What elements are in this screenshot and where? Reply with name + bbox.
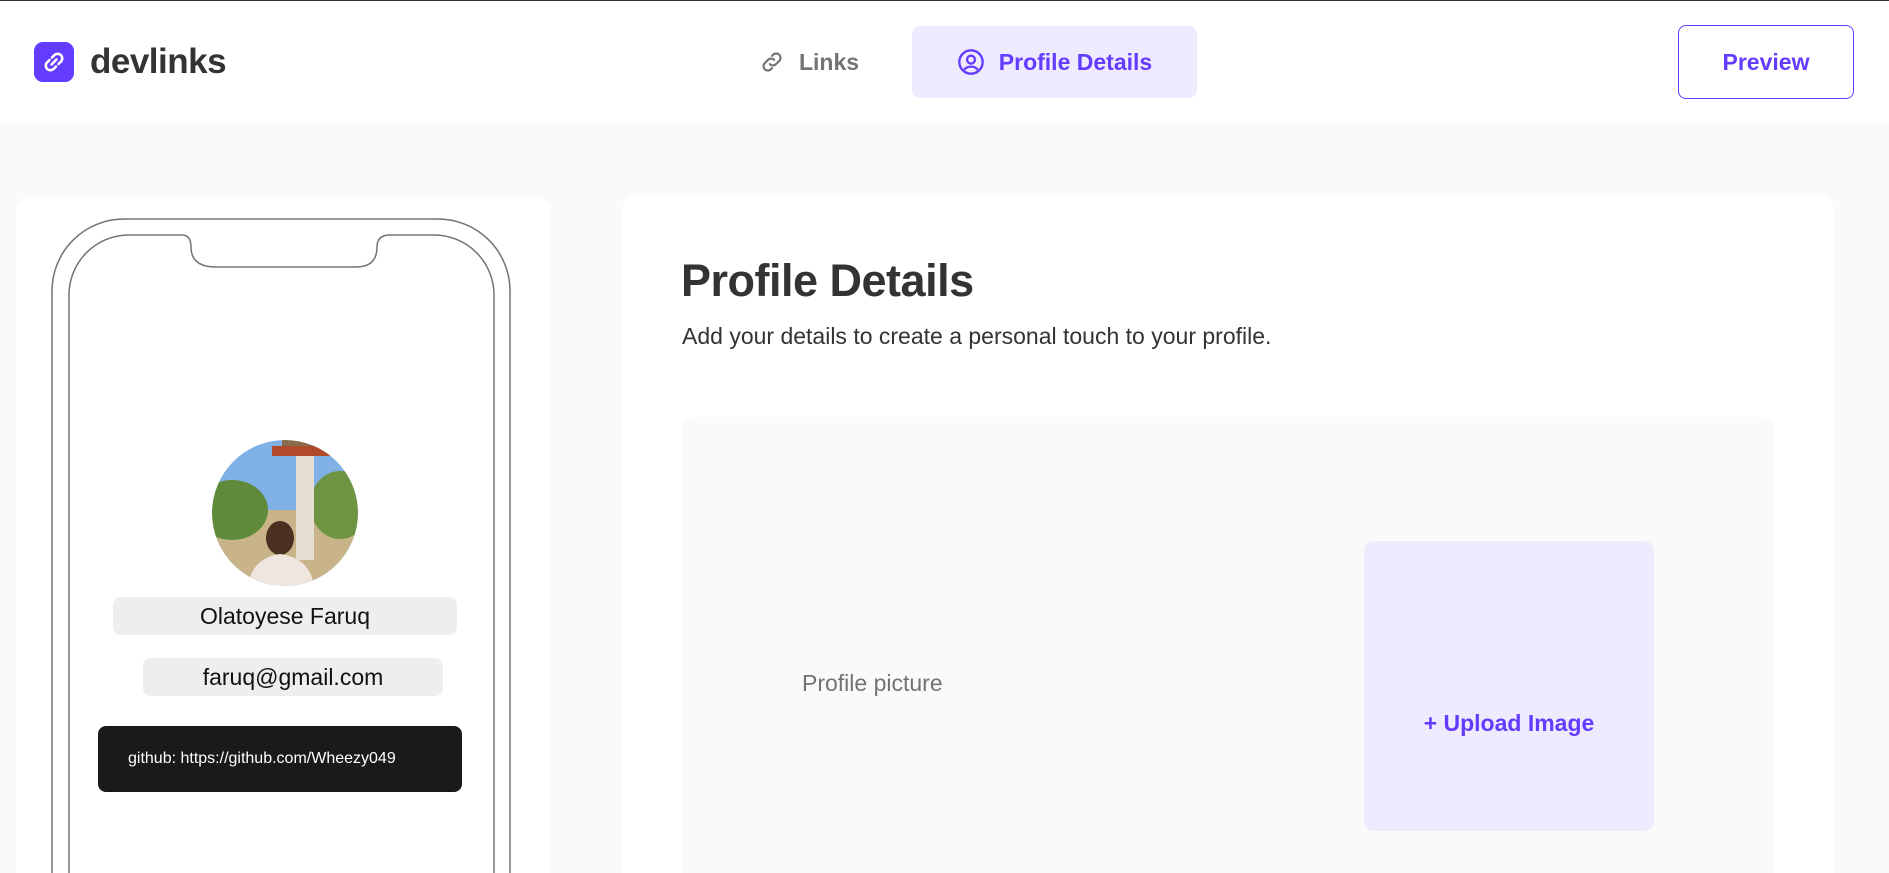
tab-links[interactable]: Links <box>740 26 878 98</box>
tab-links-label: Links <box>798 48 860 75</box>
devlinks-logo-icon <box>34 42 74 82</box>
top-navbar: devlinks Links Profile Details Preview <box>0 1 1889 123</box>
page-subtitle: Add your details to create a personal to… <box>682 323 1272 349</box>
app-name: devlinks <box>90 42 227 81</box>
preview-link-label: github: https://github.com/Wheezy049 <box>128 750 396 767</box>
preview-name: Olatoyese Faruq <box>113 597 457 635</box>
profile-details-card: Profile Details Add your details to crea… <box>622 195 1834 873</box>
profile-avatar <box>212 440 358 586</box>
upload-image-label: + Upload Image <box>1423 709 1595 736</box>
phone-preview-panel: Olatoyese Faruq faruq@gmail.com github: … <box>16 197 551 873</box>
tab-profile-details[interactable]: Profile Details <box>912 26 1197 98</box>
preview-button[interactable]: Preview <box>1678 25 1854 99</box>
preview-link-github[interactable]: github: https://github.com/Wheezy049 <box>98 726 462 792</box>
page-title: Profile Details <box>681 255 974 306</box>
upload-image-button[interactable]: + Upload Image <box>1364 541 1654 831</box>
profile-picture-section: Profile picture + Upload Image <box>682 417 1774 873</box>
preview-email: faruq@gmail.com <box>143 658 443 696</box>
tab-profile-details-label: Profile Details <box>998 48 1153 75</box>
link-icon <box>762 52 782 72</box>
profile-picture-label: Profile picture <box>802 670 943 696</box>
user-circle-icon <box>957 49 984 75</box>
app-logo[interactable]: devlinks <box>34 42 227 82</box>
